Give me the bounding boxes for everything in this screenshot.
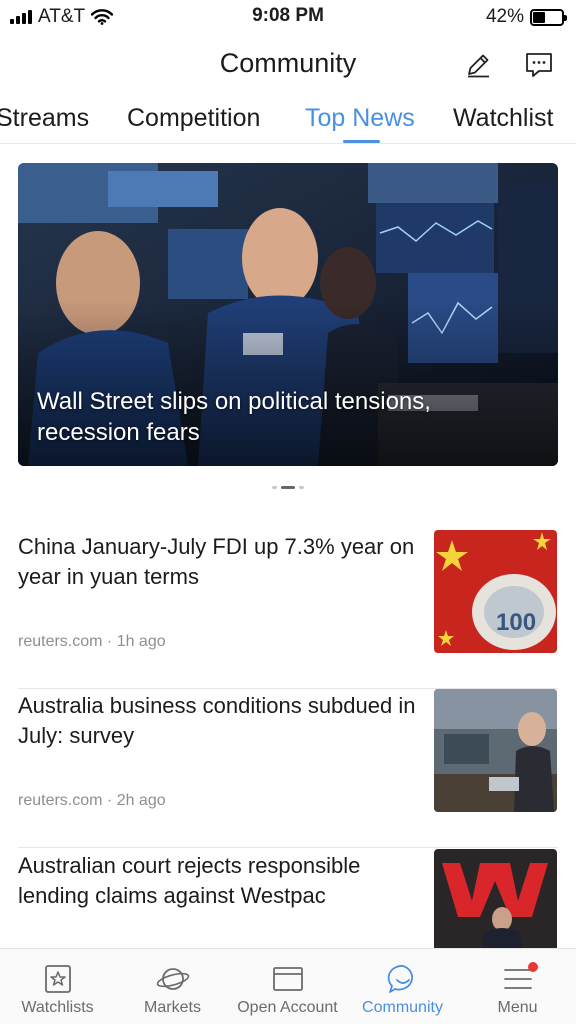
tab-watchlist[interactable]: Watchlist <box>453 104 553 133</box>
news-source-time: reuters.com · 2h ago <box>18 792 166 809</box>
news-thumbnail-image: 100 <box>434 530 557 653</box>
nav-label: Watchlists <box>21 999 94 1016</box>
carousel-dot <box>299 486 304 489</box>
active-tab-indicator <box>343 140 380 143</box>
nav-community[interactable]: Community <box>345 949 460 1024</box>
tab-streams[interactable]: Streams <box>0 104 89 133</box>
featured-news-card[interactable]: Wall Street slips on political tensions,… <box>18 163 558 466</box>
carousel-dot <box>272 486 277 489</box>
nav-menu[interactable]: Menu <box>460 949 575 1024</box>
news-source-time: reuters.com · 1h ago <box>18 633 166 650</box>
nav-markets[interactable]: Markets <box>115 949 230 1024</box>
news-thumbnail: 100 <box>434 530 557 653</box>
battery-percent: 42% <box>485 6 524 27</box>
news-thumbnail-image <box>434 689 557 812</box>
tab-bar: Streams Competition Top News Watchlist <box>0 94 576 144</box>
nav-open-account[interactable]: Open Account <box>230 949 345 1024</box>
nav-label: Markets <box>144 999 201 1016</box>
compose-button[interactable] <box>461 48 495 82</box>
chat-bubble-icon <box>526 53 552 77</box>
carousel-indicator <box>0 486 576 489</box>
carousel-dot-active <box>281 486 295 489</box>
wallet-icon <box>272 967 303 991</box>
battery-level <box>533 11 545 23</box>
status-right: 42% <box>485 6 567 28</box>
news-item-australia-business[interactable]: Australia business conditions subdued in… <box>0 689 576 848</box>
star-icon <box>44 965 71 993</box>
news-headline: China January-July FDI up 7.3% year on y… <box>18 534 415 589</box>
chat-button[interactable] <box>522 48 556 82</box>
tab-competition[interactable]: Competition <box>127 104 260 133</box>
tab-top-news[interactable]: Top News <box>305 104 415 133</box>
smiley-chat-icon <box>387 965 413 993</box>
status-bar: AT&T 9:08 PM 42% <box>0 0 576 34</box>
app-header: Community <box>0 34 576 94</box>
nav-label: Open Account <box>237 999 338 1016</box>
news-item-china-fdi[interactable]: China January-July FDI up 7.3% year on y… <box>0 530 576 689</box>
nav-label: Community <box>362 999 443 1016</box>
featured-news-headline: Wall Street slips on political tensions,… <box>37 388 431 446</box>
pencil-icon <box>468 54 489 78</box>
bottom-navigation: Watchlists Markets Open Account Communit… <box>0 948 576 1024</box>
news-headline: Australian court rejects responsible len… <box>18 853 361 908</box>
divider <box>18 847 558 848</box>
news-thumbnail <box>434 689 557 812</box>
nav-label: Menu <box>497 999 538 1016</box>
news-headline: Australia business conditions subdued in… <box>18 693 416 748</box>
nav-watchlists[interactable]: Watchlists <box>0 949 115 1024</box>
planet-icon <box>156 968 189 990</box>
notification-badge <box>528 962 538 972</box>
svg-text:100: 100 <box>496 609 536 636</box>
battery-icon <box>530 8 567 26</box>
